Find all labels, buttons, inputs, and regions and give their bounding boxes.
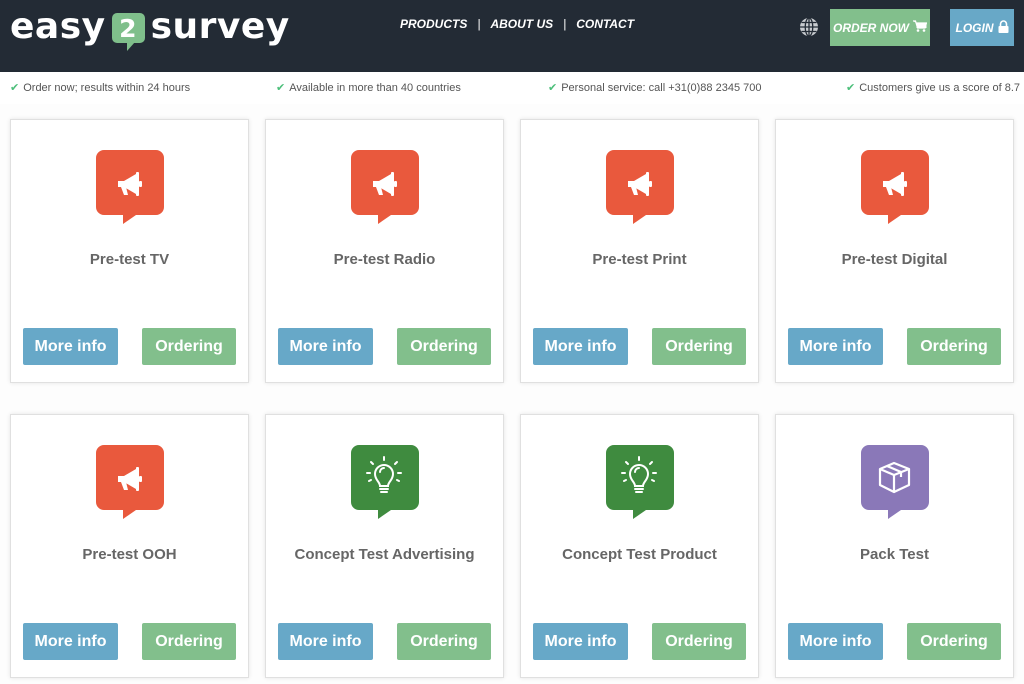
- check-icon: ✔: [10, 82, 20, 94]
- site-header: easy 2 survey PRODUCTS | ABOUT US | CONT…: [0, 0, 1024, 72]
- nav-contact[interactable]: CONTACT: [576, 17, 634, 31]
- more-info-button[interactable]: More info: [23, 328, 118, 365]
- logo-text-survey: survey: [150, 5, 290, 47]
- more-info-button[interactable]: More info: [533, 328, 628, 365]
- more-info-button[interactable]: More info: [788, 328, 883, 365]
- nav-products[interactable]: PRODUCTS: [400, 17, 467, 31]
- ordering-button[interactable]: Ordering: [142, 328, 236, 365]
- ordering-button[interactable]: Ordering: [397, 623, 491, 660]
- order-now-button[interactable]: ORDER NOW: [830, 9, 930, 46]
- more-info-button[interactable]: More info: [23, 623, 118, 660]
- ordering-button[interactable]: Ordering: [652, 623, 746, 660]
- logo-badge: 2: [111, 13, 145, 51]
- product-card: Concept Test Product More info Ordering: [520, 414, 759, 678]
- usp-item: ✔ Customers give us a score of 8.7: [846, 81, 1021, 95]
- product-card: Pre-test Radio More info Ordering: [265, 119, 504, 383]
- usp-item: ✔ Personal service: call +31(0)88 2345 7…: [548, 81, 762, 95]
- product-card: Pre-test Digital More info Ordering: [775, 119, 1014, 383]
- ordering-button[interactable]: Ordering: [397, 328, 491, 365]
- product-title: Pre-test Print: [592, 251, 687, 268]
- product-title: Concept Test Product: [562, 546, 717, 563]
- usp-text: Available in more than 40 countries: [289, 81, 461, 94]
- product-title: Pre-test Radio: [333, 251, 436, 268]
- product-card: Pre-test OOH More info Ordering: [10, 414, 249, 678]
- product-grid: Pre-test TV More info Ordering Pre-test …: [0, 104, 1024, 684]
- product-title: Concept Test Advertising: [294, 546, 475, 563]
- box-icon: [861, 445, 929, 519]
- product-title: Pre-test Digital: [841, 251, 948, 268]
- usp-item: ✔ Order now; results within 24 hours: [10, 81, 191, 95]
- check-icon: ✔: [846, 82, 856, 94]
- more-info-button[interactable]: More info: [278, 328, 373, 365]
- logo[interactable]: easy 2 survey: [10, 2, 290, 51]
- lock-icon: [998, 19, 1009, 36]
- product-title: Pre-test OOH: [82, 546, 177, 563]
- nav-separator: |: [477, 17, 481, 31]
- check-icon: ✔: [548, 82, 558, 94]
- order-now-label: ORDER NOW: [833, 20, 909, 35]
- more-info-button[interactable]: More info: [533, 623, 628, 660]
- usp-item: ✔ Available in more than 40 countries: [276, 81, 461, 95]
- nav-about-us[interactable]: ABOUT US: [490, 17, 553, 31]
- login-button[interactable]: LOGIN: [950, 9, 1014, 46]
- logo-text-easy: easy: [10, 5, 106, 47]
- usp-text: Personal service: call +31(0)88 2345 700: [561, 81, 762, 94]
- ordering-button[interactable]: Ordering: [907, 623, 1001, 660]
- megaphone-icon: [96, 150, 164, 224]
- main-nav: PRODUCTS | ABOUT US | CONTACT: [400, 17, 634, 31]
- lightbulb-icon: [606, 445, 674, 519]
- login-label: LOGIN: [955, 20, 994, 35]
- usp-text: Order now; results within 24 hours: [23, 81, 191, 94]
- megaphone-icon: [606, 150, 674, 224]
- ordering-button[interactable]: Ordering: [142, 623, 236, 660]
- product-card: Pre-test TV More info Ordering: [10, 119, 249, 383]
- ordering-button[interactable]: Ordering: [652, 328, 746, 365]
- ordering-button[interactable]: Ordering: [907, 328, 1001, 365]
- product-card: Pack Test More info Ordering: [775, 414, 1014, 678]
- megaphone-icon: [96, 445, 164, 519]
- product-title: Pre-test TV: [89, 251, 170, 268]
- megaphone-icon: [861, 150, 929, 224]
- product-title: Pack Test: [860, 546, 929, 563]
- lightbulb-icon: [351, 445, 419, 519]
- cart-icon: [913, 20, 928, 35]
- check-icon: ✔: [276, 82, 286, 94]
- product-card: Pre-test Print More info Ordering: [520, 119, 759, 383]
- usp-bar: ✔ Order now; results within 24 hours ✔ A…: [0, 72, 1024, 104]
- product-card: Concept Test Advertising More info Order…: [265, 414, 504, 678]
- more-info-button[interactable]: More info: [788, 623, 883, 660]
- nav-separator: |: [563, 17, 567, 31]
- usp-text: Customers give us a score of 8.7: [859, 81, 1021, 94]
- megaphone-icon: [351, 150, 419, 224]
- more-info-button[interactable]: More info: [278, 623, 373, 660]
- globe-icon[interactable]: [799, 17, 819, 37]
